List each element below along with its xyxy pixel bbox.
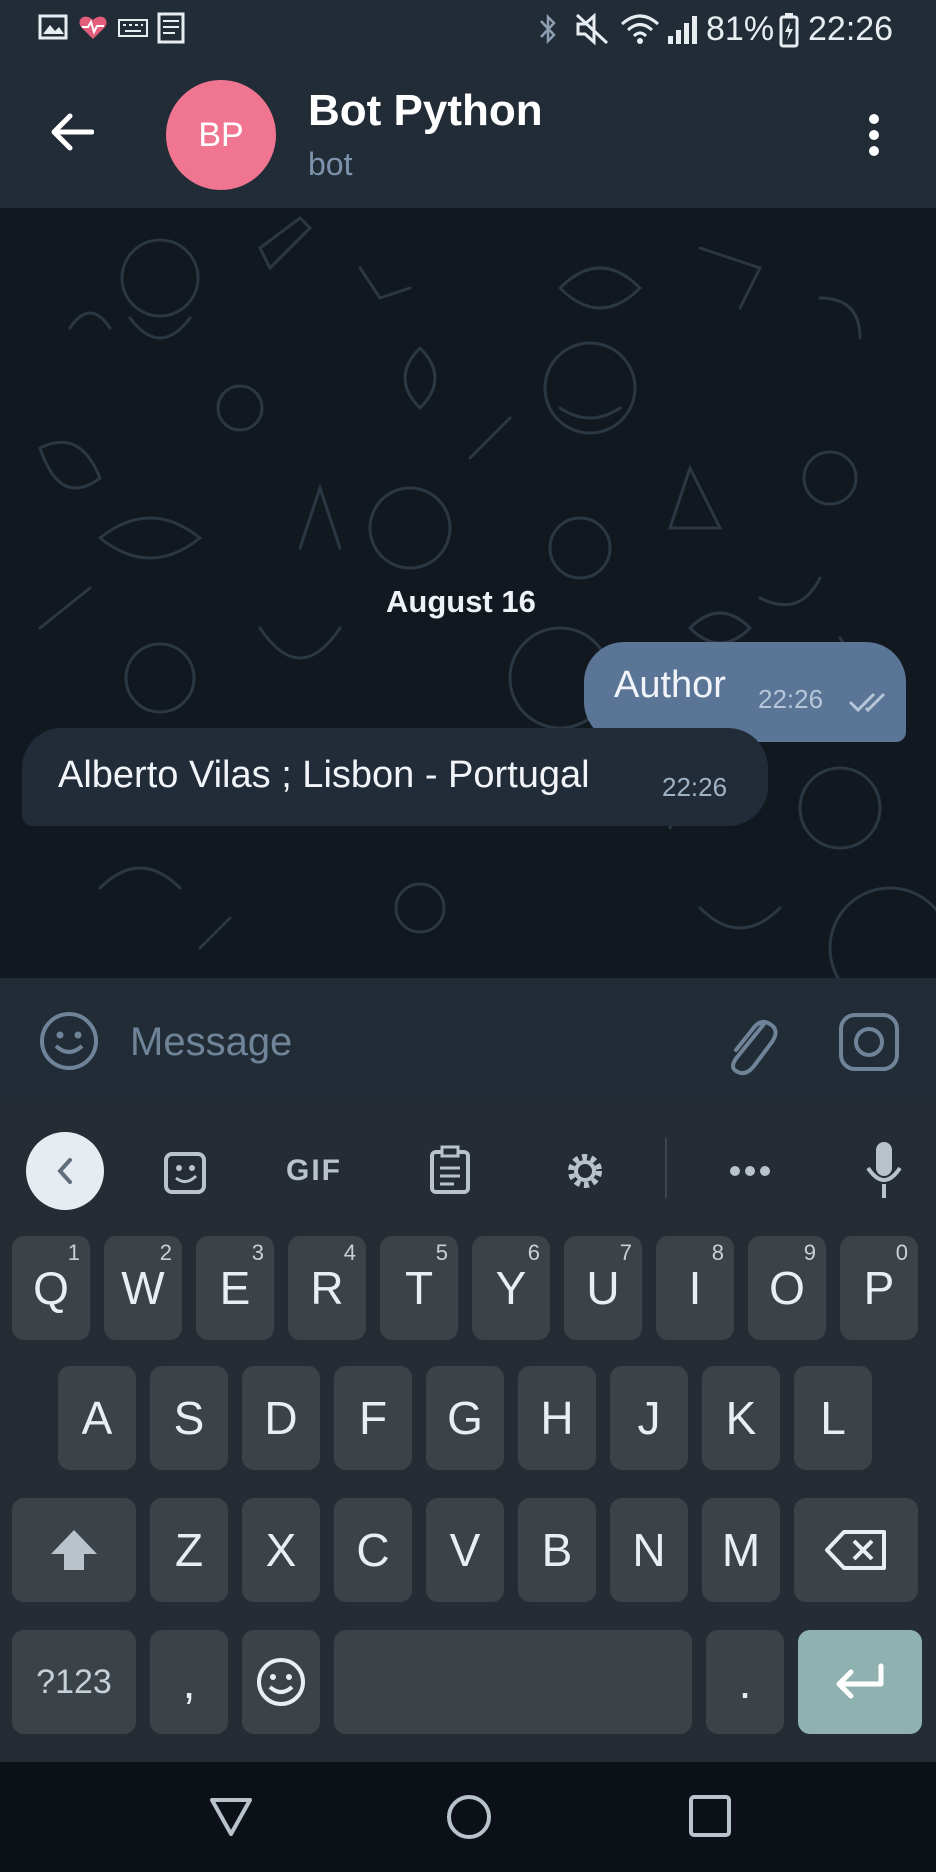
heart-rate-icon (79, 16, 107, 39)
collapse-toolbar-button[interactable] (26, 1132, 104, 1210)
message-time: 22:26 (758, 684, 824, 714)
key-z[interactable]: Z (150, 1498, 228, 1602)
emoji-key[interactable] (242, 1630, 320, 1734)
space-key[interactable] (334, 1630, 692, 1734)
gear-icon[interactable] (562, 1148, 608, 1194)
key-q[interactable]: Q1 (12, 1236, 90, 1340)
chat-area[interactable]: August 16 Author 22:26 Alberto Vilas ; L… (0, 208, 936, 978)
soft-keyboard: GIF Q1 W2 E3 R4 T5 Y6 U7 I8 O9 P0 A S D … (0, 1102, 936, 1762)
image-icon (38, 14, 68, 40)
message-text: Author (614, 664, 726, 706)
shift-key[interactable] (12, 1498, 136, 1602)
key-m[interactable]: M (702, 1498, 780, 1602)
message-composer: Message (0, 978, 936, 1102)
more-horizontal-icon[interactable] (728, 1164, 772, 1178)
key-a[interactable]: A (58, 1366, 136, 1470)
sticker-icon[interactable] (162, 1150, 210, 1196)
key-o[interactable]: O9 (748, 1236, 826, 1340)
key-s[interactable]: S (150, 1366, 228, 1470)
chat-title[interactable]: Bot Python (308, 86, 543, 136)
message-bubble-outgoing[interactable]: Author 22:26 (584, 642, 906, 742)
key-c[interactable]: C (334, 1498, 412, 1602)
smile-icon (257, 1658, 305, 1706)
key-p[interactable]: P0 (840, 1236, 918, 1340)
avatar-initials: BP (198, 115, 244, 154)
message-input[interactable]: Message (130, 1020, 690, 1076)
navigation-bar (0, 1762, 936, 1872)
key-x[interactable]: X (242, 1498, 320, 1602)
home-circle-icon[interactable] (446, 1794, 492, 1840)
backspace-key[interactable] (794, 1498, 918, 1602)
key-l[interactable]: L (794, 1366, 872, 1470)
camera-icon[interactable] (838, 1012, 900, 1072)
symbols-key[interactable]: ?123 (12, 1630, 136, 1734)
key-t[interactable]: T5 (380, 1236, 458, 1340)
key-g[interactable]: G (426, 1366, 504, 1470)
enter-key[interactable] (798, 1630, 922, 1734)
period-key[interactable]: . (706, 1630, 784, 1734)
key-h[interactable]: H (518, 1366, 596, 1470)
comma-key[interactable]: , (150, 1630, 228, 1734)
mute-icon (575, 12, 609, 46)
toolbar-divider (665, 1138, 667, 1198)
message-time: 22:26 (662, 772, 728, 802)
back-triangle-icon[interactable] (208, 1796, 254, 1838)
key-b[interactable]: B (518, 1498, 596, 1602)
chevron-left-icon (57, 1158, 72, 1184)
clock: 22:26 (808, 10, 894, 48)
key-v[interactable]: V (426, 1498, 504, 1602)
key-f[interactable]: F (334, 1366, 412, 1470)
avatar[interactable]: BP (166, 80, 276, 190)
key-n[interactable]: N (610, 1498, 688, 1602)
key-k[interactable]: K (702, 1366, 780, 1470)
key-j[interactable]: J (610, 1366, 688, 1470)
key-w[interactable]: W2 (104, 1236, 182, 1340)
battery-charging-icon (779, 13, 799, 48)
shift-icon (51, 1530, 97, 1570)
message-text: Alberto Vilas ; Lisbon - Portugal (58, 754, 590, 796)
arrow-left-icon[interactable] (48, 112, 94, 152)
status-bar: 81% 22:26 (0, 0, 936, 64)
key-r[interactable]: R4 (288, 1236, 366, 1340)
gif-button[interactable]: GIF (286, 1154, 342, 1188)
clipboard-icon[interactable] (428, 1144, 472, 1196)
more-vertical-icon[interactable] (864, 112, 884, 158)
key-y[interactable]: Y6 (472, 1236, 550, 1340)
backspace-icon (825, 1530, 886, 1570)
smile-icon[interactable] (38, 1010, 100, 1072)
key-u[interactable]: U7 (564, 1236, 642, 1340)
double-check-icon (848, 692, 886, 713)
key-i[interactable]: I8 (656, 1236, 734, 1340)
battery-percent: 81% (706, 10, 775, 48)
chat-header: BP Bot Python bot (0, 64, 936, 208)
signal-icon (668, 16, 697, 44)
date-separator: August 16 (386, 584, 536, 619)
bluetooth-icon (540, 13, 556, 45)
wifi-icon (621, 14, 659, 44)
message-bubble-incoming[interactable]: Alberto Vilas ; Lisbon - Portugal 22:26 (22, 728, 768, 826)
document-icon (157, 12, 185, 44)
key-d[interactable]: D (242, 1366, 320, 1470)
enter-icon (836, 1663, 884, 1699)
microphone-icon[interactable] (864, 1140, 904, 1202)
chat-subtitle: bot (308, 146, 353, 182)
keyboard-icon (118, 19, 148, 37)
key-e[interactable]: E3 (196, 1236, 274, 1340)
paperclip-icon[interactable] (720, 1006, 780, 1076)
recents-square-icon[interactable] (688, 1794, 732, 1838)
